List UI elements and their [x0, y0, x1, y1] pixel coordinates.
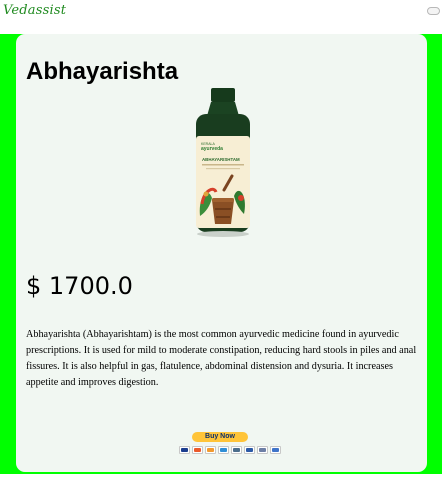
product-title: Abhayarishta — [26, 58, 179, 85]
product-image: KERALA ayurveda ABHAYARISHTAM — [196, 88, 250, 237]
mastercard-icon — [192, 446, 203, 454]
card-icon — [257, 446, 268, 454]
paypal-icon — [244, 446, 255, 454]
nav-toggle-button[interactable] — [427, 7, 440, 15]
discover-icon — [205, 446, 216, 454]
brand-logo-text[interactable]: Vedassist — [3, 3, 66, 18]
card-icon — [270, 446, 281, 454]
svg-text:ABHAYARISHTAM: ABHAYARISHTAM — [202, 157, 240, 162]
bank-icon — [231, 446, 242, 454]
top-bar: Vedassist — [0, 0, 442, 34]
product-card: Abhayarishta KERALA ayurveda ABHAYARISHT… — [16, 34, 427, 472]
amex-icon — [218, 446, 229, 454]
product-price: $ 1700.0 — [26, 272, 133, 300]
paypal-buy-now-button[interactable]: Buy Now — [192, 432, 248, 442]
svg-text:ayurveda: ayurveda — [201, 146, 223, 152]
payment-cards-row — [179, 446, 281, 454]
visa-icon — [179, 446, 190, 454]
product-description: Abhayarishta (Abhayarishtam) is the most… — [26, 329, 417, 388]
